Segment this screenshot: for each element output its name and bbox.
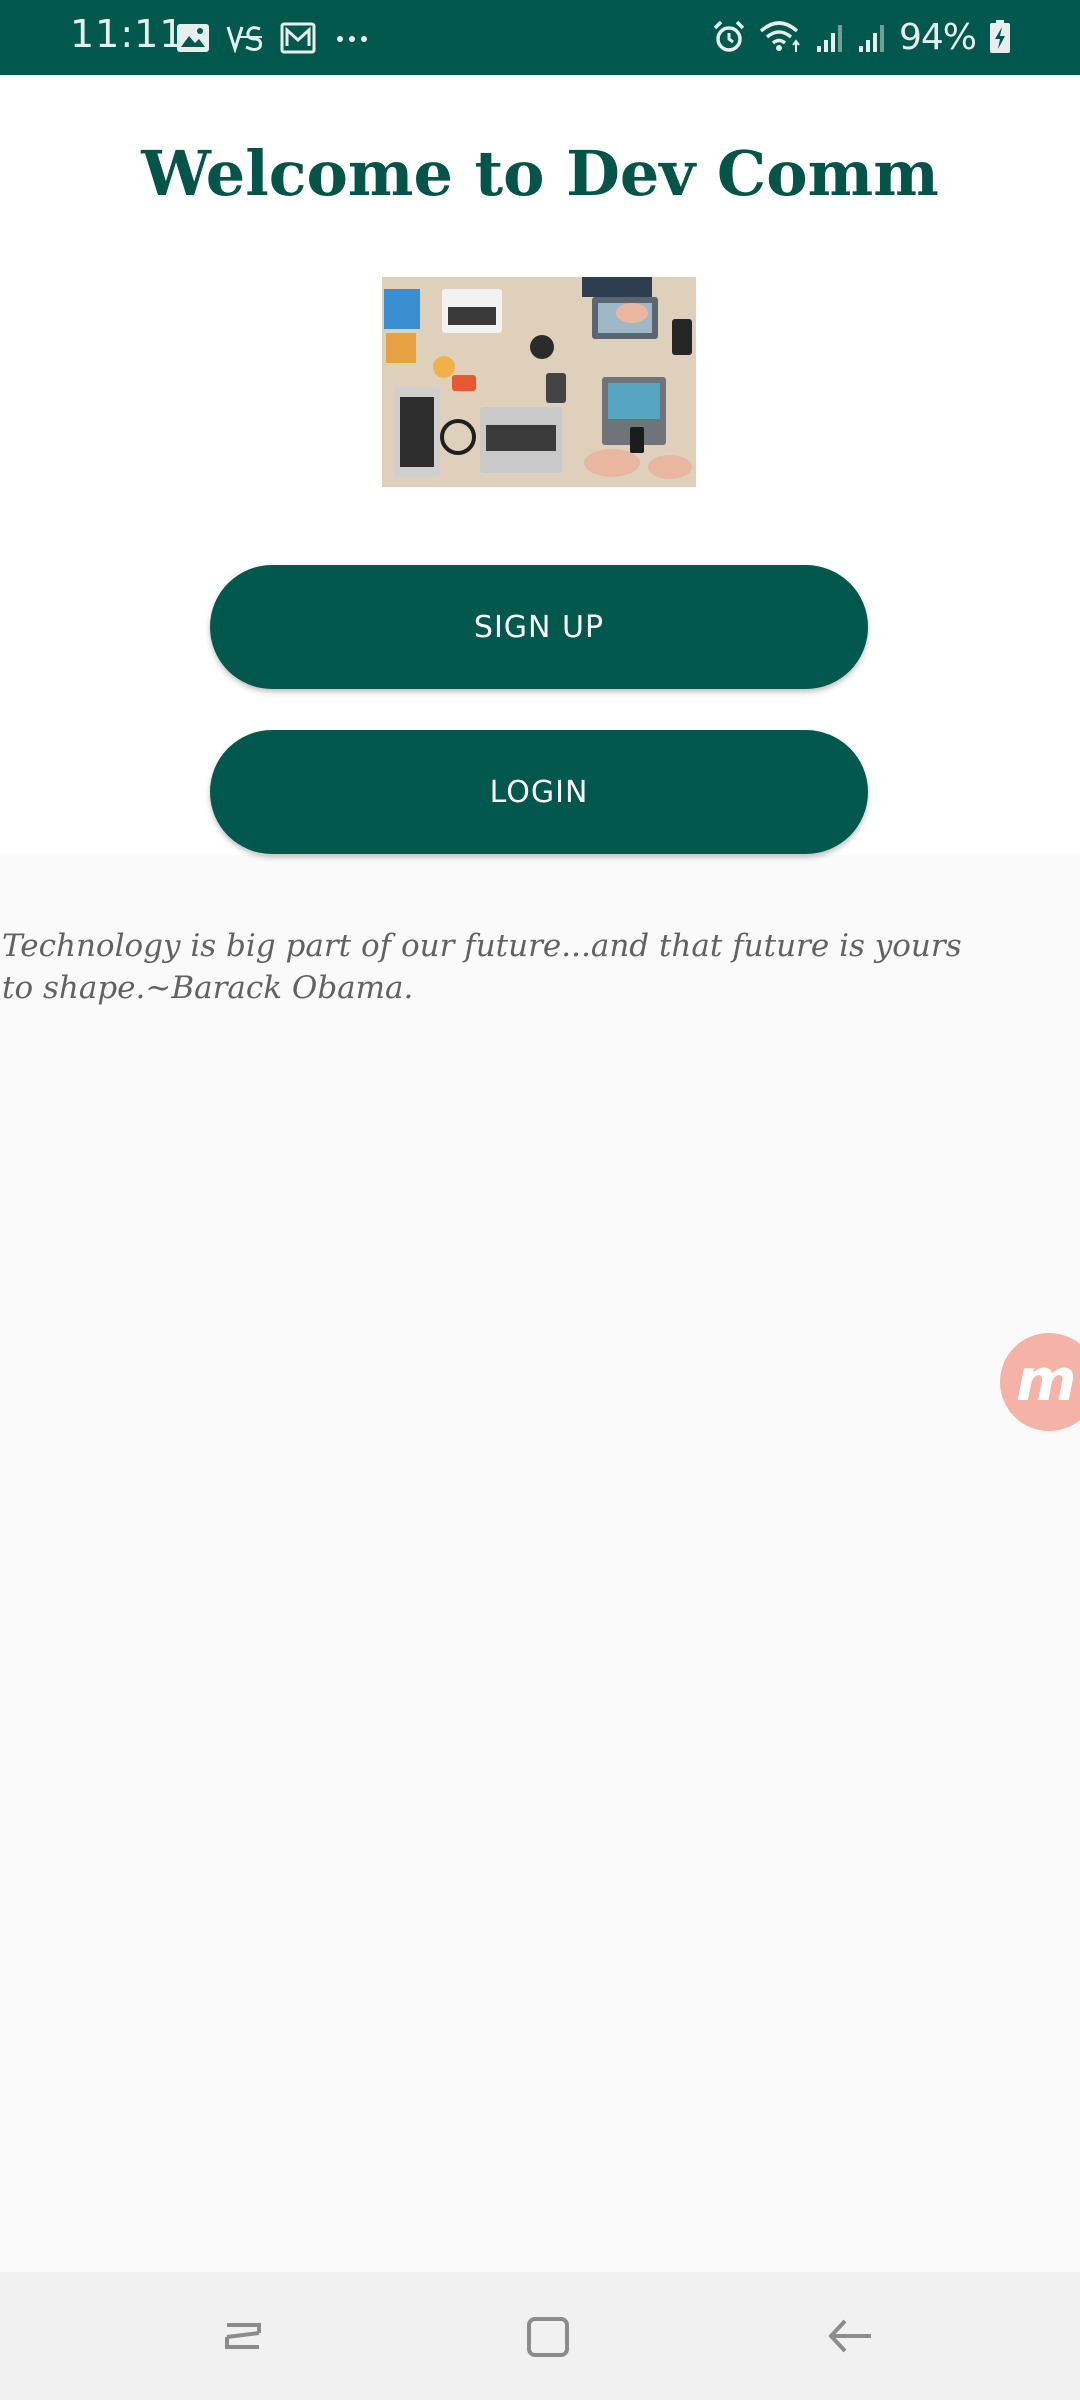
workspace-photo — [382, 277, 696, 487]
battery-charging-icon — [988, 19, 1012, 55]
login-button[interactable]: LOGIN — [210, 730, 868, 854]
recents-icon[interactable] — [212, 2304, 276, 2368]
signup-button[interactable]: SIGN UP — [210, 565, 868, 689]
alarm-icon — [711, 19, 747, 55]
app-screen: 11:11 94% Welcome to Dev Comm SIGN UP LO… — [0, 0, 1080, 2400]
signal-icon — [815, 20, 845, 54]
status-bar: 11:11 94% — [0, 0, 1080, 75]
more-dots-icon — [332, 23, 372, 53]
status-time: 11:11 — [70, 12, 185, 56]
system-icons: 94% — [711, 14, 1012, 60]
battery-percentage: 94% — [898, 16, 977, 58]
signal-icon-2 — [857, 20, 887, 54]
mail-app-icon — [280, 22, 316, 54]
navigation-bar — [0, 2272, 1080, 2400]
quote-text: Technology is big part of our future...a… — [2, 928, 962, 1006]
vs-app-icon — [226, 23, 264, 53]
back-icon[interactable] — [818, 2304, 882, 2368]
wifi-icon — [759, 19, 803, 55]
home-icon[interactable] — [516, 2304, 580, 2368]
floating-app-bubble[interactable]: m — [1000, 1333, 1080, 1431]
image-icon — [176, 23, 210, 53]
page-title: Welcome to Dev Comm — [141, 137, 939, 210]
notification-icons — [176, 18, 372, 58]
welcome-panel: Welcome to Dev Comm SIGN UP LOGIN — [0, 75, 1080, 855]
hero-image — [382, 277, 696, 487]
